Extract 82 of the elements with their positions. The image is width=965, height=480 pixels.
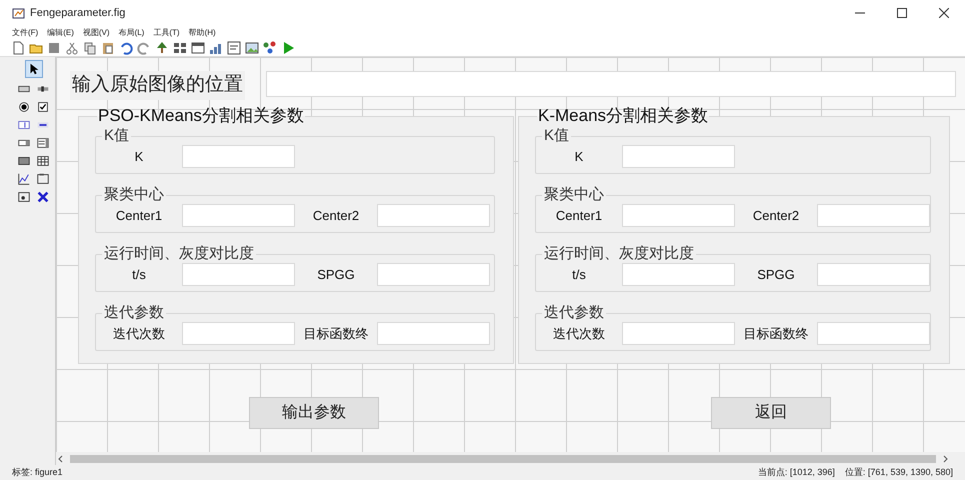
menu-item[interactable]: 编辑(E) [47,28,74,38]
status-current-point: 当前点: [1012, 396] [758,466,835,479]
menu-item[interactable]: 帮助(H) [188,28,216,38]
tool-button[interactable] [24,60,42,78]
tool-button[interactable] [16,171,32,187]
maximize-icon[interactable] [897,8,907,18]
panel-title: K-Means分割相关参数 [537,105,710,127]
group-title: 迭代参数 [103,304,165,322]
text-field[interactable] [622,145,735,168]
tool-button[interactable] [34,153,52,169]
group-title: 聚类中心 [103,186,165,204]
text-field[interactable] [377,204,490,227]
group-title: K值 [543,127,570,145]
field-label: SPGG [756,266,796,284]
field-label: Center1 [114,206,164,225]
tool-button[interactable] [16,189,32,205]
axes-icon [17,172,31,186]
molecule-icon[interactable] [262,40,278,56]
panel-icon [36,172,50,186]
listbox-icon [36,136,50,150]
window-title: Fengeparameter.fig [30,6,126,21]
tree-icon[interactable] [154,40,170,56]
text-field[interactable] [622,263,735,286]
field-label: 迭代次数 [552,324,606,343]
text-field[interactable] [182,322,295,345]
field-label: Center2 [312,206,360,225]
field-label: 目标函数终 [302,324,370,343]
field-label: 目标函数终 [742,324,810,343]
group-title: 运行时间、灰度对比度 [543,245,695,263]
text-field[interactable] [182,204,295,227]
text-field[interactable] [622,204,735,227]
activex-icon [36,190,50,204]
tool-button[interactable] [34,171,52,187]
text-field[interactable] [817,263,930,286]
save-icon[interactable] [46,40,62,56]
copy-icon[interactable] [82,40,98,56]
scrollbar-thumb[interactable] [70,454,936,462]
text-field[interactable] [817,322,930,345]
radio-button-icon [17,100,31,114]
editor-icon[interactable] [226,40,242,56]
field-label: t/s [131,266,147,284]
window-icon[interactable] [190,40,206,56]
tool-button[interactable] [34,135,52,151]
path-field[interactable] [266,71,956,97]
text-field[interactable] [817,204,930,227]
group-title: K值 [103,127,130,145]
figure-icon [12,7,26,19]
group-title: 运行时间、灰度对比度 [103,245,255,263]
status-position: 位置: [761, 539, 1390, 580] [844,466,953,479]
text-field[interactable] [377,263,490,286]
text-field[interactable] [182,263,295,286]
field-label: K [574,148,584,166]
push-button[interactable]: 输出参数 [249,397,379,429]
field-label: 迭代次数 [112,324,166,343]
toggle-button-icon [17,154,31,168]
field-label: t/s [571,266,587,284]
panel-title: PSO-KMeans分割相关参数 [97,105,305,127]
text-field[interactable] [377,322,490,345]
table-icon [36,154,50,168]
push-button[interactable]: 返回 [711,397,831,429]
text-field[interactable] [622,322,735,345]
menu-item[interactable]: 文件(F) [12,28,38,38]
text-field[interactable] [182,145,295,168]
menu-item[interactable]: 视图(V) [82,28,110,38]
field-label: SPGG [316,266,356,284]
status-tag: 标签: figure1 [12,466,63,480]
image-icon[interactable] [244,40,260,56]
group-title: 聚类中心 [543,186,605,204]
field-label: Center2 [752,206,800,225]
menu-item[interactable]: 布局(L) [118,28,144,38]
grid-icon[interactable] [172,40,188,56]
edit-text-icon [17,118,31,132]
paste-icon[interactable] [100,40,116,56]
scissors-icon[interactable] [64,40,80,56]
button-group-icon [17,190,31,204]
path-label: 输入原始图像的位置 [70,71,245,100]
menu-item[interactable]: 工具(T) [153,28,180,38]
field-label: Center1 [554,206,604,225]
checkbox-icon [36,100,50,114]
group-title: 迭代参数 [543,304,605,322]
close-icon[interactable] [939,8,949,18]
field-label: K [134,148,144,166]
